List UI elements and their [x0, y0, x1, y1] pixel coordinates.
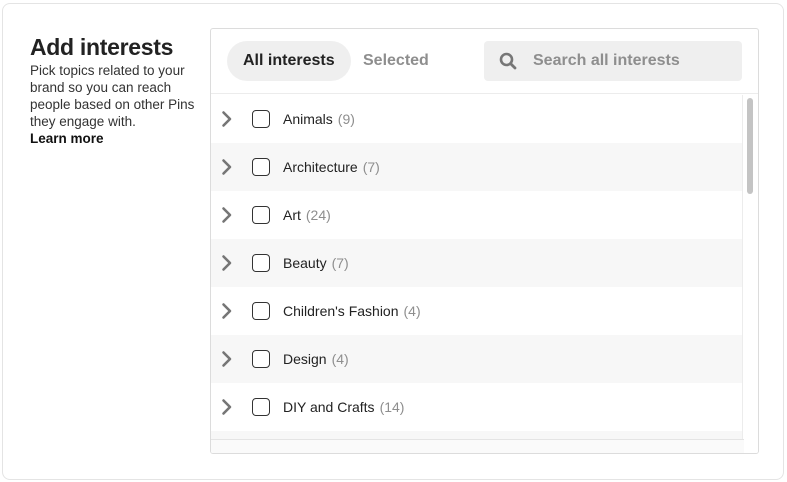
list-item: Animals (9)	[211, 95, 744, 143]
chevron-right-icon[interactable]	[221, 302, 233, 320]
intro-section: Add interests Pick topics related to you…	[30, 33, 200, 147]
tab-all-interests[interactable]: All interests	[227, 41, 351, 81]
list-item: Beauty (7)	[211, 239, 744, 287]
interests-panel: All interests Selected Animals (9)	[210, 28, 759, 454]
interest-label: Architecture	[283, 159, 358, 175]
interest-checkbox[interactable]	[252, 398, 270, 416]
interest-label: Children's Fashion	[283, 303, 399, 319]
interest-checkbox[interactable]	[252, 158, 270, 176]
interest-label: DIY and Crafts	[283, 399, 375, 415]
list-scrollbar[interactable]	[742, 95, 758, 453]
tab-selected[interactable]: Selected	[347, 41, 445, 81]
interest-count: (24)	[305, 207, 331, 223]
list-item: Architecture (7)	[211, 143, 744, 191]
panel-footer	[211, 439, 744, 453]
chevron-right-icon[interactable]	[221, 110, 233, 128]
scrollbar-thumb[interactable]	[747, 98, 753, 194]
interest-count: (14)	[379, 399, 405, 415]
interest-checkbox[interactable]	[252, 302, 270, 320]
interest-checkbox[interactable]	[252, 110, 270, 128]
list-item: DIY and Crafts (14)	[211, 383, 744, 431]
intro-description: Pick topics related to your brand so you…	[30, 63, 195, 129]
chevron-right-icon[interactable]	[221, 158, 233, 176]
list-item: Art (24)	[211, 191, 744, 239]
interest-label: Animals	[283, 111, 333, 127]
search-icon	[499, 52, 517, 70]
chevron-right-icon[interactable]	[221, 206, 233, 224]
interest-count: (7)	[362, 159, 380, 175]
interest-count: (9)	[337, 111, 355, 127]
list-item: Children's Fashion (4)	[211, 287, 744, 335]
search-box[interactable]	[484, 41, 742, 81]
learn-more-link[interactable]: Learn more	[30, 130, 200, 147]
interest-count: (4)	[403, 303, 421, 319]
interest-label: Beauty	[283, 255, 327, 271]
chevron-right-icon[interactable]	[221, 350, 233, 368]
interest-count: (4)	[331, 351, 349, 367]
chevron-right-icon[interactable]	[221, 398, 233, 416]
interests-list: Animals (9) Architecture (7) Art (24) Be…	[211, 95, 744, 453]
panel-header: All interests Selected	[211, 29, 758, 94]
search-input[interactable]	[533, 52, 733, 70]
list-item: Design (4)	[211, 335, 744, 383]
interest-label: Design	[283, 351, 327, 367]
page-title: Add interests	[30, 34, 174, 60]
interest-checkbox[interactable]	[252, 254, 270, 272]
interest-checkbox[interactable]	[252, 206, 270, 224]
interest-checkbox[interactable]	[252, 350, 270, 368]
chevron-right-icon[interactable]	[221, 254, 233, 272]
interest-label: Art	[283, 207, 301, 223]
interest-count: (7)	[331, 255, 349, 271]
